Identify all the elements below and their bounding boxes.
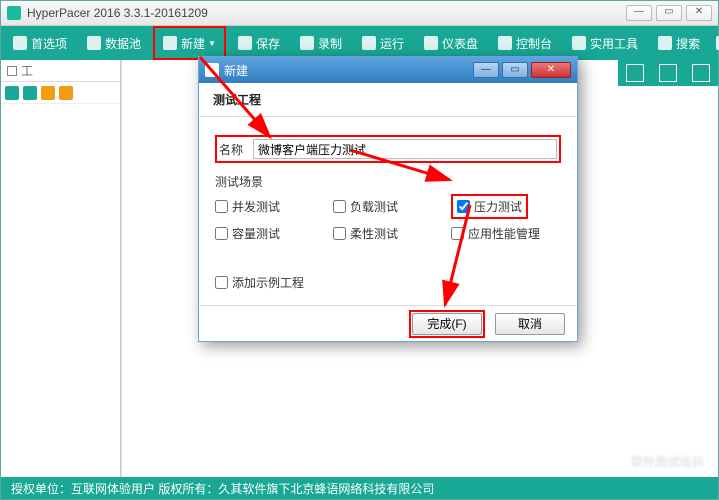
app-title: HyperPacer 2016 3.3.1-20161209 bbox=[27, 6, 208, 20]
add-sample-row: 添加示例工程 bbox=[215, 274, 561, 291]
sidebar-tool-1[interactable] bbox=[5, 86, 19, 100]
toolbar-search-button[interactable]: 搜索 bbox=[650, 26, 708, 60]
toolbar-save-label: 保存 bbox=[256, 35, 280, 52]
toolbar-prefs-button[interactable]: 首选项 bbox=[5, 26, 75, 60]
view-tab-3[interactable] bbox=[692, 64, 710, 82]
content-tab-strip bbox=[618, 60, 718, 86]
view-tab-2[interactable] bbox=[659, 64, 677, 82]
arrow-to-name bbox=[180, 52, 320, 165]
dialog-minimize-button[interactable]: — bbox=[473, 62, 499, 78]
add-sample-checkbox[interactable] bbox=[215, 276, 228, 289]
tools-icon bbox=[572, 36, 586, 50]
toolbar: 首选项 数据池 新建▼ 保存 录制 运行 仪表盘 控制台 实用工具 搜索吐槽 bbox=[1, 26, 718, 60]
db-icon bbox=[87, 36, 101, 50]
sidebar-header: 工 bbox=[1, 60, 120, 82]
search-icon bbox=[658, 36, 672, 50]
toolbar-tools-label: 实用工具 bbox=[590, 35, 638, 52]
arrow-to-finish bbox=[430, 200, 490, 323]
record-icon bbox=[300, 36, 314, 50]
sidebar-tool-2[interactable] bbox=[23, 86, 37, 100]
sidebar-head-label: 工 bbox=[21, 62, 33, 79]
check-flex[interactable]: 柔性测试 bbox=[333, 225, 443, 242]
maximize-button[interactable]: ▭ bbox=[656, 5, 682, 21]
gauge-icon bbox=[424, 36, 438, 50]
save-icon bbox=[238, 36, 252, 50]
wrench-icon bbox=[498, 36, 512, 50]
check-capacity-box[interactable] bbox=[215, 227, 228, 240]
wechat-icon bbox=[607, 452, 625, 470]
dialog-close-button[interactable]: ✕ bbox=[531, 62, 571, 78]
check-concurrency-label: 并发测试 bbox=[232, 198, 280, 215]
title-bar: HyperPacer 2016 3.3.1-20161209 — ▭ ✕ bbox=[1, 1, 718, 26]
file-icon bbox=[13, 36, 27, 50]
check-concurrency-box[interactable] bbox=[215, 200, 228, 213]
toolbar-console-button[interactable]: 控制台 bbox=[490, 26, 560, 60]
toolbar-feedback-button[interactable]: 吐槽 bbox=[708, 26, 719, 60]
toolbar-run-button[interactable]: 运行 bbox=[354, 26, 412, 60]
toolbar-console-label: 控制台 bbox=[516, 35, 552, 52]
caret-down-icon: ▼ bbox=[208, 39, 216, 48]
toolbar-prefs-label: 首选项 bbox=[31, 35, 67, 52]
close-button[interactable]: ✕ bbox=[686, 5, 712, 21]
sidebar-tool-4[interactable] bbox=[59, 86, 73, 100]
toolbar-tools-button[interactable]: 实用工具 bbox=[564, 26, 646, 60]
toolbar-pool-label: 数据池 bbox=[105, 35, 141, 52]
toolbar-run-label: 运行 bbox=[380, 35, 404, 52]
toolbar-dash-button[interactable]: 仪表盘 bbox=[416, 26, 486, 60]
new-icon bbox=[163, 36, 177, 50]
toolbar-search-label: 搜索 bbox=[676, 35, 700, 52]
dialog-maximize-button[interactable]: ▭ bbox=[502, 62, 528, 78]
play-icon bbox=[362, 36, 376, 50]
watermark: 软件测试培训 bbox=[607, 452, 703, 470]
toolbar-record-label: 录制 bbox=[318, 35, 342, 52]
sidebar-toolbar bbox=[1, 82, 120, 104]
view-tab-1[interactable] bbox=[626, 64, 644, 82]
list-icon bbox=[7, 66, 17, 76]
watermark-text: 软件测试培训 bbox=[631, 453, 703, 470]
minimize-button[interactable]: — bbox=[626, 5, 652, 21]
dialog-footer: 完成(F) 取消 bbox=[199, 305, 577, 341]
check-concurrency[interactable]: 并发测试 bbox=[215, 194, 325, 219]
status-bar: 授权单位：互联网体验用户 版权所有：久其软件旗下北京蜂语网络科技有限公司 bbox=[1, 477, 718, 499]
toolbar-new-label: 新建 bbox=[181, 35, 205, 52]
check-capacity[interactable]: 容量测试 bbox=[215, 225, 325, 242]
add-sample-label: 添加示例工程 bbox=[232, 274, 304, 291]
sidebar-tool-3[interactable] bbox=[41, 86, 55, 100]
app-icon bbox=[7, 6, 21, 20]
toolbar-dash-label: 仪表盘 bbox=[442, 35, 478, 52]
check-capacity-label: 容量测试 bbox=[232, 225, 280, 242]
toolbar-pool-button[interactable]: 数据池 bbox=[79, 26, 149, 60]
status-text: 授权单位：互联网体验用户 版权所有：久其软件旗下北京蜂语网络科技有限公司 bbox=[11, 480, 434, 497]
sidebar: 工 bbox=[1, 60, 121, 477]
check-flex-box[interactable] bbox=[333, 227, 346, 240]
arrow-to-stress bbox=[340, 140, 480, 203]
cancel-button[interactable]: 取消 bbox=[495, 313, 565, 335]
check-flex-label: 柔性测试 bbox=[350, 225, 398, 242]
